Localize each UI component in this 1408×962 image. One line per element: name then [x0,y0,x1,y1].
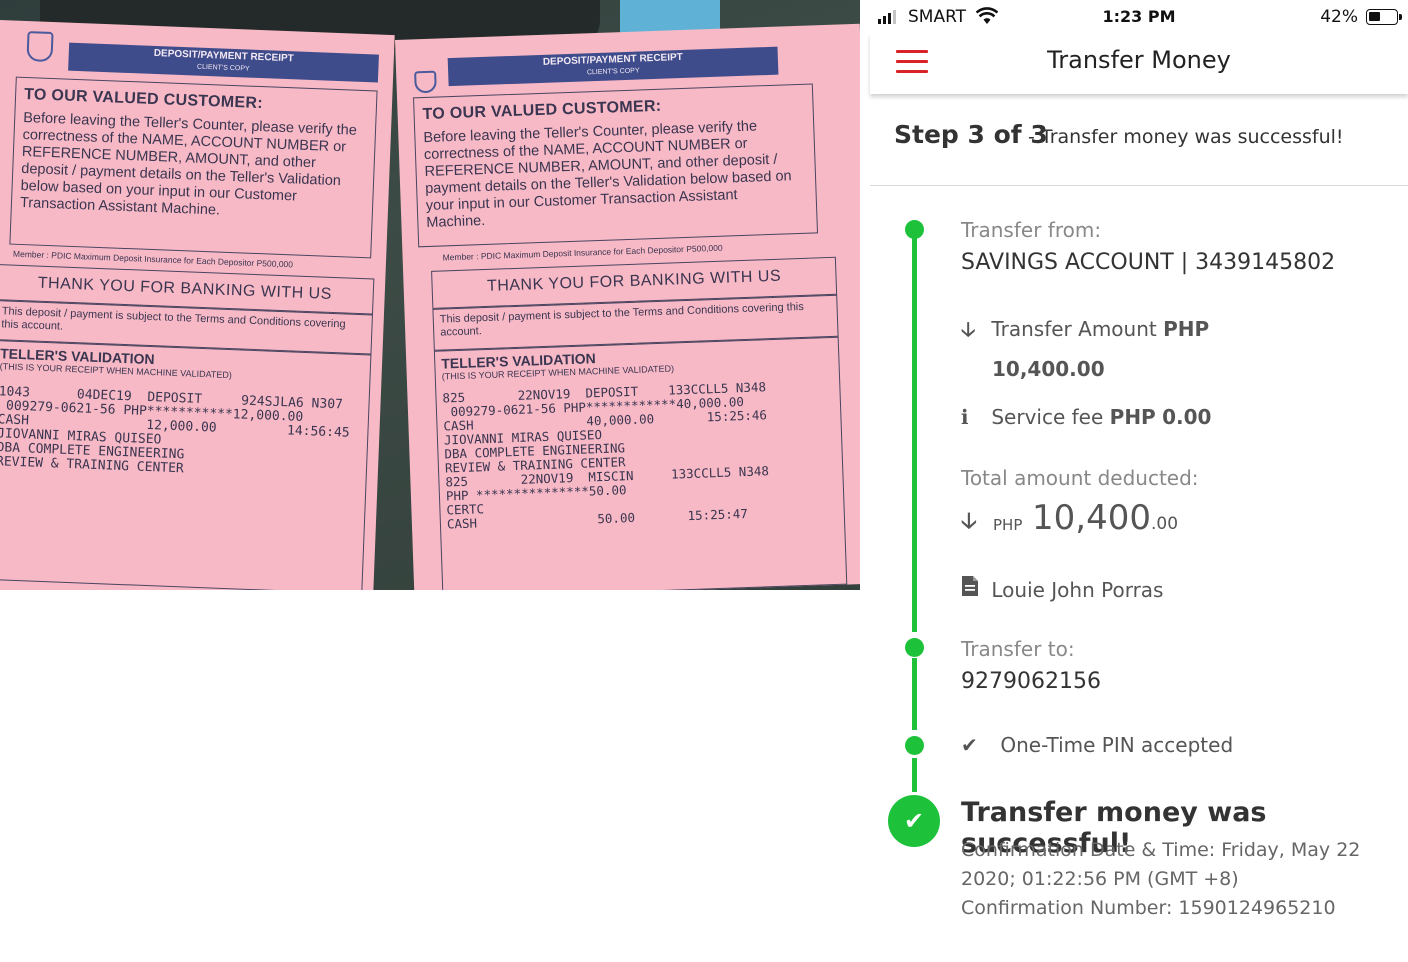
service-fee-value: 0.00 [1162,405,1212,429]
receipt-terms-text: This deposit / payment is subject to the… [439,300,804,339]
transfer-to-account: 9279062156 [961,669,1101,694]
total-currency: PHP [993,516,1023,534]
deposit-receipt-right: DEPOSIT/PAYMENT RECEIPT CLIENT'S COPY TO… [395,23,860,590]
receipt-notice-box: TO OUR VALUED CUSTOMER: Before leaving t… [9,76,378,259]
status-bar: SMART 1:23 PM 42% [870,0,1408,34]
receipt-thanks-text: THANK YOU FOR BANKING WITH US [486,267,782,295]
timeline-line [912,658,917,730]
receipt-body-text: Before leaving the Teller's Counter, ple… [423,118,792,232]
service-fee-row: ℹ Service fee PHP 0.00 [961,405,1211,429]
validation-print: 825 22NOV19 DEPOSIT 133CCLL5 N348 009279… [442,378,838,531]
deposit-receipt-left: DEPOSIT/PAYMENT RECEIPT CLIENT'S COPY TO… [0,20,395,590]
total-amount: 10,400.00 [1032,498,1178,538]
teller-validation-box: TELLER'S VALIDATION (THIS IS YOUR RECEIP… [433,336,848,590]
total-deducted-label: Total amount deducted: [961,466,1199,490]
timeline-line [912,758,917,792]
receipt-header: DEPOSIT/PAYMENT RECEIPT CLIENT'S COPY [447,46,779,87]
otp-row: ✔ One-Time PIN accepted [961,733,1233,757]
success-check-icon: ✔ [888,795,940,847]
battery-percentage: 42% [1320,7,1358,27]
service-fee-label: Service fee [991,405,1104,429]
otp-accepted-text: One-Time PIN accepted [1000,733,1234,757]
transfer-from-account: SAVINGS ACCOUNT | 3439145802 [961,250,1336,275]
total-amount-cents: .00 [1150,514,1179,534]
service-fee-currency: PHP [1109,405,1156,429]
transfer-to-label: Transfer to: [961,637,1075,661]
bank-logo-icon [414,70,437,94]
transfer-from-label: Transfer from: [961,218,1102,242]
phone-screen: SMART 1:23 PM 42% Transfer Money Step 3 … [870,0,1408,962]
timeline-dot-otp [905,736,924,755]
battery-icon [1366,9,1402,25]
teller-validation-box: TELLER'S VALIDATION (THIS IS YOUR RECEIP… [0,339,372,590]
transfer-amount-row: 🡣 Transfer Amount PHP 10,400.00 [961,315,1209,381]
receipt-terms-text: This deposit / payment is subject to the… [1,305,346,333]
timeline-line [912,232,917,632]
timeline-dot-from [905,220,924,239]
transfer-amount-currency: PHP [1163,317,1210,341]
receipt-body-text: Before leaving the Teller's Counter, ple… [19,109,358,219]
confirmation-number: Confirmation Number: 1590124965210 [961,897,1336,919]
step-label: Step 3 of 3 [894,120,1048,149]
receipts-photo: DEPOSIT/PAYMENT RECEIPT CLIENT'S COPY TO… [0,0,860,590]
total-amount-whole: 10,400 [1032,498,1151,538]
receipt-thanks-text: THANK YOU FOR BANKING WITH US [37,274,333,303]
receipt-header: DEPOSIT/PAYMENT RECEIPT CLIENT'S COPY [68,42,379,83]
recipient-name-row: Louie John Porras [961,575,1163,602]
step-description: - Transfer money was successful! [1028,126,1344,148]
step-indicator: Step 3 of 3 - Transfer money was success… [870,94,1408,186]
transfer-amount-value: 10,400.00 [992,357,1105,381]
recipient-name: Louie John Porras [991,578,1164,602]
navigation-bar: Transfer Money [870,34,1408,94]
receipt-notice-box: TO OUR VALUED CUSTOMER: Before leaving t… [413,83,819,248]
checkmark-icon: ✔ [961,733,978,757]
document-icon [961,575,985,602]
confirmation-datetime-cont: 2020; 01:22:56 PM (GMT +8) [961,868,1239,890]
validation-print: 1043 04DEC19 DEPOSIT 924SJLA6 N307 00927… [0,384,363,483]
timeline-dot-to [905,638,924,657]
transfer-amount-label: Transfer Amount [991,317,1157,341]
arrow-down-icon: 🡣 [961,317,976,341]
confirmation-datetime: Confirmation Date & Time: Friday, May 22 [961,839,1361,861]
arrow-down-icon: 🡣 [961,509,977,534]
page-title: Transfer Money [1047,46,1231,74]
bank-logo-icon [26,31,54,63]
info-icon: ℹ [961,405,969,429]
